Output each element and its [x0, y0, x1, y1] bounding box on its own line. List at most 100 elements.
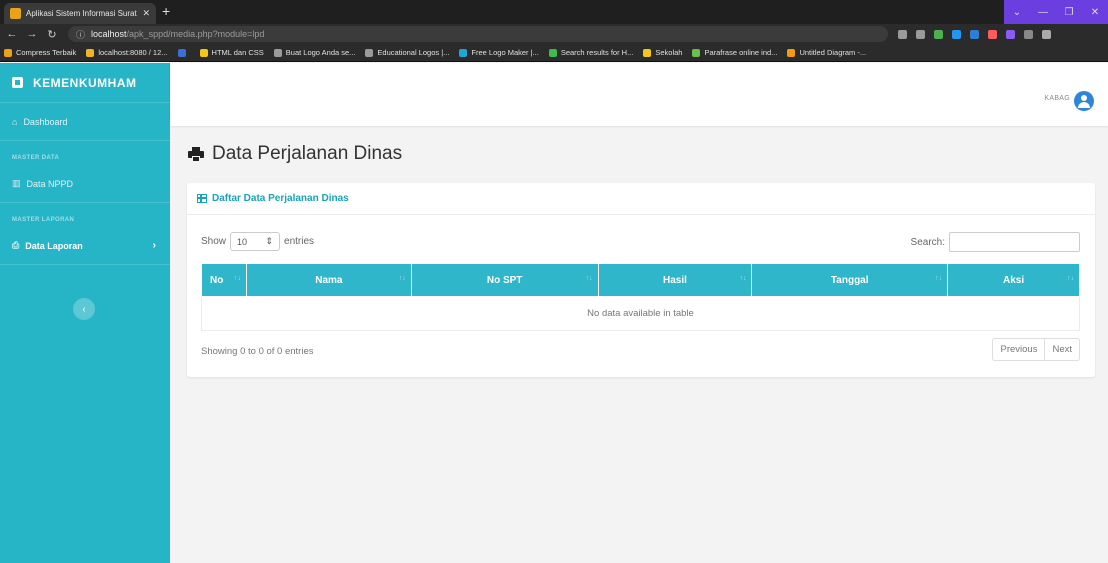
- bookmark-label: Free Logo Maker |...: [471, 48, 539, 57]
- bookmark-label: Parafrase online ind...: [704, 48, 778, 57]
- column-header-nama[interactable]: Nama ↑↓: [245, 263, 412, 297]
- search-input[interactable]: [949, 232, 1080, 252]
- page-title: Data Perjalanan Dinas: [188, 143, 402, 165]
- page-length-select[interactable]: 10 ⇕: [230, 232, 281, 251]
- site-info-icon[interactable]: ⓘ: [76, 28, 85, 41]
- sidebar-item-label: Dashboard: [23, 116, 68, 127]
- bookmark-item[interactable]: Search results for H...: [548, 48, 634, 57]
- select-arrows-icon: ⇕: [265, 236, 274, 246]
- pagination: Previous Next: [992, 338, 1080, 361]
- bookmark-item[interactable]: [177, 48, 190, 57]
- print-icon: ⎙: [12, 240, 20, 250]
- tab-close-icon[interactable]: ✕: [142, 8, 150, 19]
- panel-heading-text: Daftar Data Perjalanan Dinas: [212, 193, 349, 204]
- column-header-no-spt[interactable]: No SPT ↑↓: [410, 263, 599, 297]
- entries-label: entries: [284, 236, 315, 247]
- bookmark-label: Untitled Diagram -...: [799, 48, 867, 57]
- bookmark-icon: [365, 48, 374, 57]
- bookmark-icon: [459, 48, 468, 57]
- tab-search-icon[interactable]: ⌄: [1004, 0, 1030, 24]
- extension-icon[interactable]: [988, 29, 997, 39]
- bookmark-label: Search results for H...: [560, 48, 634, 57]
- previous-button[interactable]: Previous: [993, 339, 1044, 360]
- window-close-icon[interactable]: ✕: [1082, 0, 1108, 24]
- back-icon[interactable]: ←: [4, 28, 20, 40]
- bookmark-item[interactable]: Parafrase online ind...: [692, 48, 777, 57]
- extension-icon[interactable]: [952, 29, 961, 39]
- sidebar: KEMENKUMHAM ⌂ Dashboard MASTER DATA ▥ Da…: [0, 63, 170, 563]
- data-panel: Daftar Data Perjalanan Dinas Show 10 ⇕ e…: [187, 183, 1095, 377]
- column-header-no[interactable]: No ↑↓: [201, 263, 247, 297]
- window-controls: ⌄ — ❐ ✕: [1004, 0, 1108, 24]
- bookmark-icon: [787, 48, 796, 57]
- bookmark-icon: [86, 48, 95, 57]
- brand[interactable]: KEMENKUMHAM: [0, 63, 170, 103]
- table-row: No data available in table: [201, 296, 1080, 331]
- reload-icon[interactable]: ↻: [44, 28, 60, 41]
- next-button[interactable]: Next: [1044, 339, 1079, 360]
- sidebar-item-data-laporan[interactable]: ⎙ Data Laporan ›: [0, 227, 170, 265]
- url-text: localhost/apk_sppd/media.php?module=lpd: [91, 29, 265, 39]
- page-title-text: Data Perjalanan Dinas: [212, 143, 403, 164]
- sidebar-item-data-nppd[interactable]: ▥ Data NPPD: [0, 165, 170, 203]
- bookmark-item[interactable]: Free Logo Maker |...: [459, 48, 539, 57]
- table-icon: [197, 194, 207, 203]
- sidebar-item-label: Data NPPD: [26, 178, 74, 189]
- sort-icon: ↑↓: [233, 275, 241, 282]
- bookmark-item[interactable]: localhost:8080 / 12...: [86, 48, 168, 57]
- page-length-value: 10: [237, 236, 248, 247]
- sidebar-heading-master-laporan: MASTER LAPORAN: [12, 217, 75, 223]
- panel-heading: Daftar Data Perjalanan Dinas: [187, 183, 1095, 215]
- sort-icon: ↑↓: [585, 275, 593, 282]
- address-bar: ← → ↻ ⓘ localhost/apk_sppd/media.php?mod…: [0, 24, 1108, 44]
- browser-tab[interactable]: Aplikasi Sistem Informasi Surat T ✕: [4, 3, 156, 24]
- minimize-icon[interactable]: —: [1030, 0, 1056, 24]
- sort-icon: ↑↓: [739, 275, 747, 282]
- bookmark-label: Educational Logos |...: [377, 48, 450, 57]
- puzzle-icon[interactable]: [1024, 29, 1033, 39]
- share-icon[interactable]: [898, 29, 907, 39]
- extension-icons: [898, 29, 1051, 39]
- forward-icon[interactable]: →: [24, 28, 40, 40]
- bookmark-item[interactable]: HTML dan CSS: [199, 48, 264, 57]
- profile-icon[interactable]: [1042, 29, 1051, 39]
- sidebar-toggle-button[interactable]: ‹: [73, 298, 95, 320]
- extension-icon[interactable]: [934, 29, 943, 39]
- bookmark-item[interactable]: Buat Logo Anda se...: [273, 48, 355, 57]
- extension-icon[interactable]: [1006, 29, 1015, 39]
- bookmark-icon: [548, 48, 557, 57]
- bookmark-item[interactable]: Compress Terbaik: [4, 48, 76, 57]
- star-icon[interactable]: [916, 29, 925, 39]
- url-input[interactable]: ⓘ localhost/apk_sppd/media.php?module=lp…: [68, 26, 888, 42]
- home-icon: ⌂: [12, 116, 18, 127]
- bookmark-icon: [177, 48, 186, 57]
- sort-icon: ↑↓: [935, 275, 943, 282]
- bookmark-icon: [643, 48, 652, 57]
- table-header-row: No ↑↓ Nama ↑↓ No SPT ↑↓ Hasil ↑↓ Tanggal ↑↓ A…: [201, 263, 1080, 297]
- column-header-hasil[interactable]: Hasil ↑↓: [597, 263, 753, 297]
- sidebar-item-dashboard[interactable]: ⌂ Dashboard: [0, 103, 170, 141]
- page-length-control: Show 10 ⇕ entries: [201, 232, 314, 251]
- user-role-label[interactable]: KABAG: [1044, 95, 1070, 102]
- user-avatar-icon[interactable]: [1074, 91, 1094, 111]
- bookmark-item[interactable]: Sekolah: [643, 48, 682, 57]
- data-table: No ↑↓ Nama ↑↓ No SPT ↑↓ Hasil ↑↓ Tanggal ↑↓ A…: [201, 263, 1080, 331]
- bookmark-item[interactable]: Untitled Diagram -...: [787, 48, 866, 57]
- building-icon: ▥: [12, 178, 21, 188]
- table-info: Showing 0 to 0 of 0 entries: [201, 346, 314, 357]
- extension-icon[interactable]: [970, 29, 979, 39]
- show-label: Show: [201, 236, 227, 247]
- column-header-tanggal[interactable]: Tanggal ↑↓: [751, 263, 949, 297]
- bookmark-icon: [199, 48, 208, 57]
- bookmark-icon: [692, 48, 701, 57]
- sort-icon: ↑↓: [1067, 275, 1074, 282]
- search-label: Search:: [910, 236, 945, 248]
- bookmark-label: localhost:8080 / 12...: [98, 48, 168, 57]
- bookmark-item[interactable]: Educational Logos |...: [365, 48, 449, 57]
- column-header-aksi[interactable]: Aksi ↑↓: [947, 263, 1080, 297]
- sort-icon: ↑↓: [398, 275, 406, 282]
- browser-tab-bar: Aplikasi Sistem Informasi Surat T ✕ + ⌄ …: [0, 0, 1108, 24]
- bookmarks-bar: Compress Terbaik localhost:8080 / 12... HT…: [0, 44, 1108, 62]
- restore-icon[interactable]: ❐: [1056, 0, 1082, 24]
- new-tab-icon[interactable]: +: [162, 4, 170, 18]
